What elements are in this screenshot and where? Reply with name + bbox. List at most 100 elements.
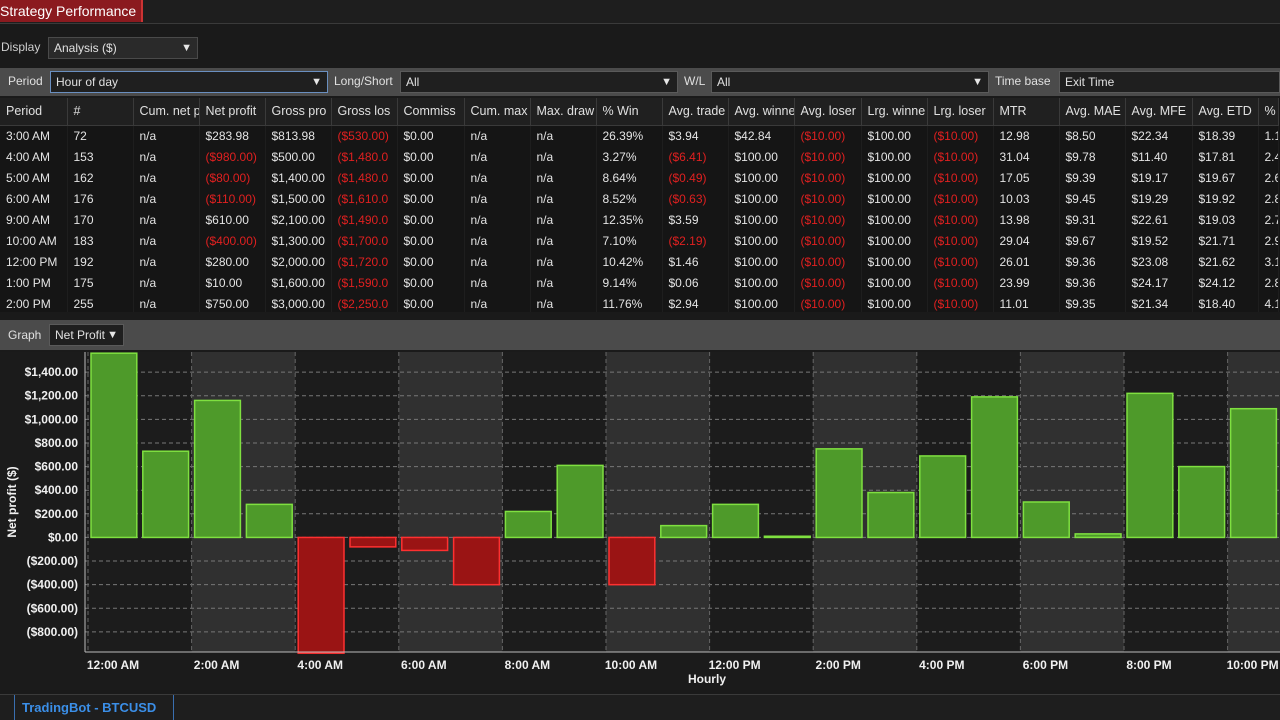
- table-cell: ($10.00): [927, 251, 994, 272]
- table-row[interactable]: 5:00 AM 162 n/a ($80.00) $1,400.00 ($1,480.0 $…: [0, 167, 1279, 188]
- table-cell: 12.98: [993, 125, 1060, 146]
- bar: [919, 455, 967, 539]
- bar: [1022, 501, 1070, 539]
- table-cell: 7.10%: [596, 230, 663, 251]
- column-header[interactable]: MTR: [993, 98, 1060, 126]
- table-cell: ($1,490.0: [331, 209, 398, 230]
- column-header[interactable]: Avg. MFE: [1125, 98, 1193, 126]
- table-cell: $19.67: [1192, 167, 1259, 188]
- table-cell: $9.36: [1059, 251, 1126, 272]
- column-header[interactable]: Max. draw: [530, 98, 597, 126]
- table-row[interactable]: 3:00 AM 72 n/a $283.98 $813.98 ($530.00) $0.00…: [0, 125, 1279, 146]
- table-cell: n/a: [464, 251, 531, 272]
- table-row[interactable]: 2:00 PM 255 n/a $750.00 $3,000.00 ($2,250.0 $0…: [0, 293, 1279, 312]
- table-row[interactable]: 9:00 AM 170 n/a $610.00 $2,100.00 ($1,490.0 $0…: [0, 209, 1279, 230]
- column-header[interactable]: %: [1258, 98, 1279, 126]
- table-cell: $8.50: [1059, 125, 1126, 146]
- chevron-down-icon: ▼: [311, 76, 322, 88]
- table-row[interactable]: 4:00 AM 153 n/a ($980.00) $500.00 ($1,480.0 $0…: [0, 146, 1279, 167]
- column-header[interactable]: #: [67, 98, 134, 126]
- column-header[interactable]: Commiss: [397, 98, 465, 126]
- table-cell: n/a: [530, 251, 597, 272]
- longshort-select[interactable]: All ▼: [400, 71, 678, 93]
- column-header[interactable]: Avg. ETD: [1192, 98, 1259, 126]
- table-cell: $1.46: [662, 251, 729, 272]
- table-cell: $9.67: [1059, 230, 1126, 251]
- table-cell: 31.04: [993, 146, 1060, 167]
- column-header[interactable]: Avg. MAE: [1059, 98, 1126, 126]
- table-cell: 2.6: [1258, 167, 1279, 188]
- table-cell: $21.71: [1192, 230, 1259, 251]
- table-cell: $24.17: [1125, 272, 1193, 293]
- bar: [711, 503, 760, 539]
- y-tick-label: ($600.00): [27, 601, 78, 615]
- timebase-select[interactable]: Exit Time: [1059, 71, 1280, 93]
- display-label: Display: [1, 40, 41, 54]
- table-cell: 2.7: [1258, 209, 1279, 230]
- column-header[interactable]: Lrg. winne: [861, 98, 928, 126]
- table-cell: $0.00: [397, 230, 465, 251]
- table-cell: ($2.19): [662, 230, 729, 251]
- display-value: Analysis ($): [54, 41, 117, 55]
- table-cell: $2,100.00: [265, 209, 332, 230]
- table-cell: n/a: [464, 125, 531, 146]
- table-cell: n/a: [464, 167, 531, 188]
- period-select[interactable]: Hour of day ▼: [50, 71, 328, 93]
- table-cell: 8.64%: [596, 167, 663, 188]
- bar: [660, 524, 708, 539]
- bar: [867, 491, 915, 539]
- longshort-value: All: [406, 75, 420, 89]
- table-row[interactable]: 6:00 AM 176 n/a ($110.00) $1,500.00 ($1,610.0…: [0, 188, 1279, 209]
- table-cell: ($10.00): [927, 272, 994, 293]
- bar: [142, 450, 190, 539]
- table-cell: ($10.00): [794, 293, 862, 312]
- bar: [1178, 465, 1226, 539]
- column-header[interactable]: Lrg. loser: [927, 98, 994, 126]
- column-header[interactable]: Net profit: [199, 98, 266, 126]
- y-tick-label: $600.00: [35, 460, 79, 474]
- column-header[interactable]: Cum. net p: [133, 98, 200, 126]
- table-cell: $0.06: [662, 272, 729, 293]
- table-cell: $100.00: [861, 125, 928, 146]
- column-header[interactable]: Avg. trade: [662, 98, 729, 126]
- wl-select[interactable]: All ▼: [711, 71, 989, 93]
- table-cell: $10.00: [199, 272, 266, 293]
- table-cell: 183: [67, 230, 134, 251]
- y-tick-label: $400.00: [35, 483, 79, 497]
- column-header[interactable]: Period: [0, 98, 68, 126]
- table-cell: $0.00: [397, 188, 465, 209]
- table-cell: $3,000.00: [265, 293, 332, 312]
- table-cell: $24.12: [1192, 272, 1259, 293]
- display-select[interactable]: Analysis ($) ▼: [48, 37, 198, 59]
- table-cell: n/a: [530, 272, 597, 293]
- column-header[interactable]: Gross pro: [265, 98, 332, 126]
- bar: [556, 464, 604, 539]
- table-cell: $750.00: [199, 293, 266, 312]
- period-label: Period: [8, 74, 43, 88]
- column-header[interactable]: Cum. max: [464, 98, 531, 126]
- y-tick-label: $1,200.00: [25, 389, 79, 403]
- x-tick-label: 10:00 AM: [605, 658, 657, 672]
- title-bar: Strategy Performance: [0, 0, 1280, 24]
- column-header[interactable]: % Win: [596, 98, 663, 126]
- table-cell: n/a: [464, 188, 531, 209]
- table-row[interactable]: 1:00 PM 175 n/a $10.00 $1,600.00 ($1,590.0 $0.…: [0, 272, 1279, 293]
- table-cell: $100.00: [728, 209, 795, 230]
- y-tick-label: $200.00: [35, 507, 79, 521]
- table-cell: $3.59: [662, 209, 729, 230]
- table-cell: 8.52%: [596, 188, 663, 209]
- table-row[interactable]: 10:00 AM 183 n/a ($400.00) $1,300.00 ($1,700.…: [0, 230, 1279, 251]
- y-tick-label: $1,400.00: [25, 365, 79, 379]
- table-cell: $1,500.00: [265, 188, 332, 209]
- column-header[interactable]: Avg. winne: [728, 98, 795, 126]
- column-header[interactable]: Avg. loser: [794, 98, 862, 126]
- instrument-tab[interactable]: TradingBot - BTCUSD: [14, 695, 174, 720]
- table-cell: 176: [67, 188, 134, 209]
- window-title-tab[interactable]: Strategy Performance: [0, 0, 143, 22]
- column-header[interactable]: Gross los: [331, 98, 398, 126]
- graph-select[interactable]: Net Profit ▼: [49, 324, 124, 346]
- table-row[interactable]: 12:00 PM 192 n/a $280.00 $2,000.00 ($1,720.0 $…: [0, 251, 1279, 272]
- x-tick-label: 2:00 PM: [816, 658, 861, 672]
- table-cell: 6:00 AM: [0, 188, 68, 209]
- table-cell: $100.00: [728, 251, 795, 272]
